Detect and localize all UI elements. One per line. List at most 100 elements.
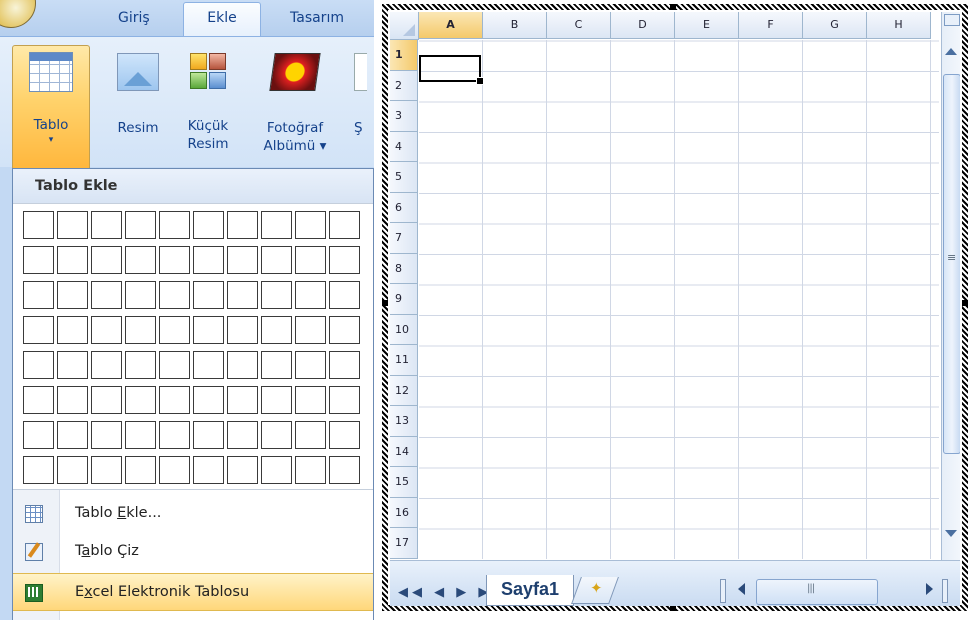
grid-cell[interactable]: [23, 211, 54, 239]
grid-cell[interactable]: [329, 211, 360, 239]
row-header[interactable]: 9: [390, 284, 418, 315]
grid-cell[interactable]: [227, 316, 258, 344]
column-header[interactable]: G: [803, 12, 867, 39]
grid-cell[interactable]: [227, 246, 258, 274]
office-button[interactable]: [0, 0, 36, 28]
grid-cell[interactable]: [23, 246, 54, 274]
row-header[interactable]: 7: [390, 223, 418, 254]
row-header[interactable]: 4: [390, 131, 418, 162]
grid-cell[interactable]: [193, 246, 224, 274]
active-cell-a1[interactable]: [419, 55, 484, 85]
resize-handle[interactable]: [962, 300, 968, 306]
grid-cell[interactable]: [193, 421, 224, 449]
grid-cell[interactable]: [227, 211, 258, 239]
grid-cell[interactable]: [193, 351, 224, 379]
grid-cell[interactable]: [329, 316, 360, 344]
menu-item-tablo-ekle[interactable]: Tablo Ekle...: [13, 495, 373, 531]
grid-cell[interactable]: [261, 456, 292, 484]
grid-cell[interactable]: [125, 246, 156, 274]
grid-cell[interactable]: [57, 421, 88, 449]
grid-cell[interactable]: [91, 386, 122, 414]
grid-cell[interactable]: [329, 351, 360, 379]
grid-cell[interactable]: [159, 351, 190, 379]
grid-cell[interactable]: [57, 316, 88, 344]
table-size-grid[interactable]: [23, 211, 360, 484]
grid-cell[interactable]: [159, 246, 190, 274]
grid-cell[interactable]: [295, 281, 326, 309]
grid-cell[interactable]: [91, 316, 122, 344]
grid-cell[interactable]: [261, 211, 292, 239]
grid-cell[interactable]: [159, 281, 190, 309]
menu-item-excel-elektronik-tablosu[interactable]: Excel Elektronik Tablosu: [13, 573, 373, 611]
row-header[interactable]: 12: [390, 375, 418, 406]
grid-cell[interactable]: [261, 246, 292, 274]
column-header[interactable]: H: [867, 12, 931, 39]
grid-cell[interactable]: [23, 351, 54, 379]
row-header[interactable]: 6: [390, 192, 418, 223]
grid-cell[interactable]: [91, 421, 122, 449]
grid-cell[interactable]: [329, 281, 360, 309]
row-header[interactable]: 10: [390, 314, 418, 345]
grid-cell[interactable]: [227, 281, 258, 309]
grid-cell[interactable]: [295, 456, 326, 484]
column-header[interactable]: F: [739, 12, 803, 39]
grid-cell[interactable]: [193, 281, 224, 309]
row-header[interactable]: 3: [390, 101, 418, 132]
grid-cell[interactable]: [227, 386, 258, 414]
grid-cell[interactable]: [125, 351, 156, 379]
row-header[interactable]: 16: [390, 497, 418, 528]
grid-cell[interactable]: [57, 351, 88, 379]
grid-cell[interactable]: [23, 386, 54, 414]
grid-cell[interactable]: [91, 456, 122, 484]
tab-tasarim[interactable]: Tasarım: [290, 10, 344, 26]
fotograf-albumu-button[interactable]: Fotoğraf Albümü ▾: [256, 53, 334, 155]
row-header[interactable]: 1: [390, 40, 418, 71]
grid-cell[interactable]: [227, 456, 258, 484]
scroll-right-arrow-icon[interactable]: [926, 583, 933, 595]
grid-cell[interactable]: [91, 211, 122, 239]
resim-button[interactable]: Resim: [112, 53, 164, 137]
grid-cell[interactable]: [57, 456, 88, 484]
row-header[interactable]: 8: [390, 253, 418, 284]
grid-cell[interactable]: [159, 211, 190, 239]
sheet-tab-sayfa1[interactable]: Sayfa1: [486, 575, 574, 606]
grid-cell[interactable]: [295, 421, 326, 449]
grid-cell[interactable]: [159, 316, 190, 344]
grid-cell[interactable]: [295, 246, 326, 274]
cell-grid[interactable]: [419, 40, 939, 559]
grid-cell[interactable]: [159, 386, 190, 414]
grid-cell[interactable]: [23, 456, 54, 484]
grid-cell[interactable]: [23, 421, 54, 449]
column-header[interactable]: D: [611, 12, 675, 39]
grid-cell[interactable]: [329, 386, 360, 414]
grid-cell[interactable]: [125, 456, 156, 484]
kucuk-resim-button[interactable]: Küçük Resim: [176, 53, 240, 153]
grid-cell[interactable]: [193, 211, 224, 239]
grid-cell[interactable]: [227, 351, 258, 379]
row-header[interactable]: 11: [390, 345, 418, 376]
select-all-corner[interactable]: [390, 12, 419, 40]
grid-cell[interactable]: [261, 351, 292, 379]
grid-cell[interactable]: [295, 211, 326, 239]
grid-cell[interactable]: [295, 316, 326, 344]
tab-giris[interactable]: Giriş: [118, 10, 150, 26]
tab-split-box[interactable]: [720, 579, 726, 603]
grid-cell[interactable]: [261, 316, 292, 344]
scroll-left-arrow-icon[interactable]: [738, 583, 745, 595]
grid-cell[interactable]: [261, 386, 292, 414]
column-header[interactable]: A: [419, 12, 483, 39]
vertical-scroll-thumb[interactable]: [943, 74, 960, 454]
grid-cell[interactable]: [57, 211, 88, 239]
embedded-excel-object[interactable]: ABCDEFGH 1234567891011121314151617 ◀◀ ◀ …: [380, 0, 969, 620]
tablo-button[interactable]: Tablo ▾: [12, 45, 90, 168]
grid-cell[interactable]: [261, 421, 292, 449]
column-header[interactable]: B: [483, 12, 547, 39]
row-header[interactable]: 2: [390, 70, 418, 101]
grid-cell[interactable]: [227, 421, 258, 449]
grid-cell[interactable]: [295, 386, 326, 414]
resize-handle[interactable]: [670, 4, 676, 10]
grid-cell[interactable]: [329, 246, 360, 274]
grid-cell[interactable]: [125, 211, 156, 239]
row-header[interactable]: 13: [390, 406, 418, 437]
grid-cell[interactable]: [23, 281, 54, 309]
